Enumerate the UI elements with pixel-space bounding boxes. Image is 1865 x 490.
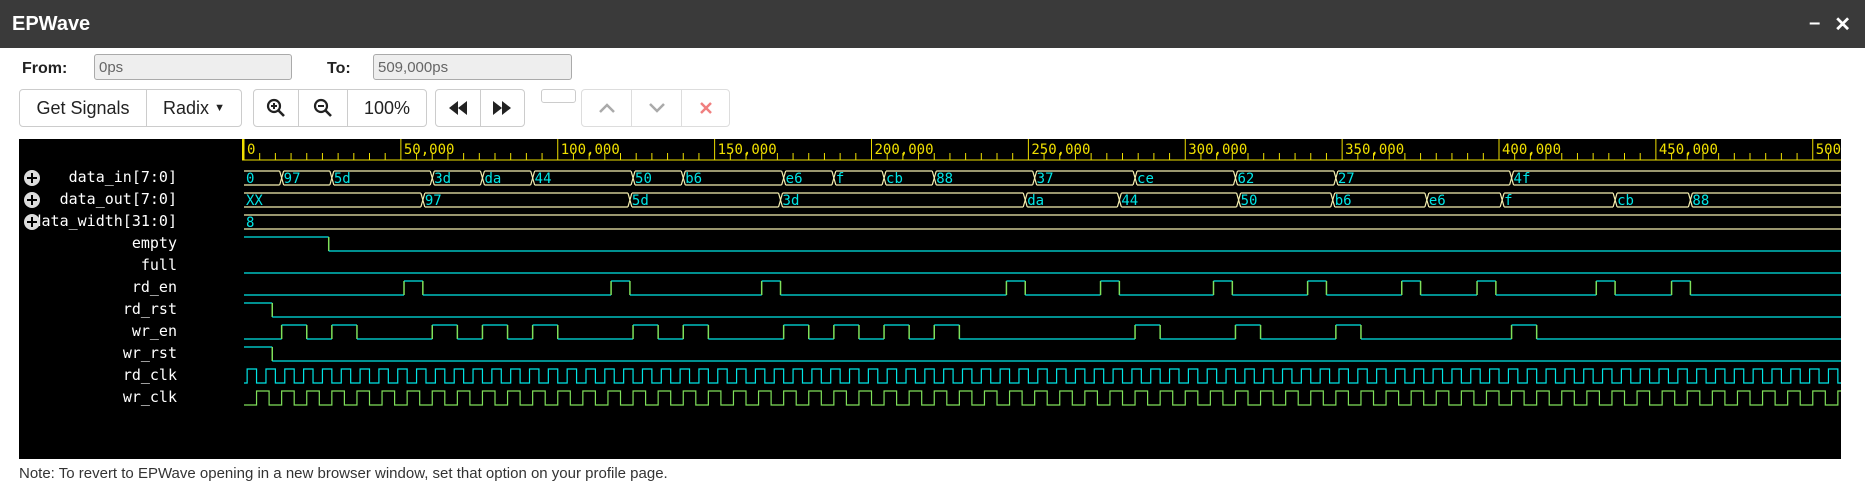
caret-down-icon: ▼	[214, 102, 225, 114]
bus-value: 37	[1037, 171, 1054, 187]
close-icon[interactable]: ✕	[1834, 12, 1851, 37]
minimize-icon[interactable]: –	[1809, 12, 1820, 37]
bus-value: 88	[1692, 193, 1709, 209]
bus-value: cb	[886, 171, 903, 187]
rewind-icon	[448, 101, 467, 115]
rd_clk-wave	[244, 368, 1841, 384]
from-label: From:	[22, 60, 68, 77]
remove-icon	[699, 102, 712, 114]
bus-value: 88	[936, 171, 953, 187]
zoom-level-display[interactable]: 100%	[348, 90, 426, 126]
marker-button[interactable]	[541, 89, 576, 103]
bus-value: 0	[246, 171, 254, 187]
to-label: To:	[327, 60, 351, 77]
bus-value: 8	[246, 215, 254, 231]
from-input[interactable]	[94, 54, 292, 80]
radix-label: Radix	[163, 97, 210, 118]
to-input[interactable]	[373, 54, 572, 80]
bus-value: 3d	[434, 171, 451, 187]
ruler-label: 350,000	[1345, 142, 1404, 158]
bus-value: 97	[425, 193, 442, 209]
wr_clk-wave	[244, 390, 1841, 406]
expand-icon[interactable]	[24, 192, 40, 208]
waveform-viewer[interactable]: data_in[7:0] data_out[7:0] data_width[31:0…	[19, 139, 1841, 459]
bus-value: f	[1504, 193, 1512, 209]
window-controls: – ✕	[1809, 12, 1851, 37]
ruler-label: 50,000	[404, 142, 455, 158]
remove-signal-button[interactable]	[682, 90, 729, 126]
footer-note: Note: To revert to EPWave opening in a n…	[19, 465, 668, 482]
ruler-label: 0	[247, 142, 255, 158]
fast-forward-button[interactable]	[481, 90, 525, 126]
bus-value: 3d	[783, 193, 800, 209]
zoom-in-button[interactable]	[254, 90, 299, 126]
ruler-label: 250,000	[1031, 142, 1090, 158]
bus-value: 62	[1237, 171, 1254, 187]
toolbar: Get Signals Radix ▼ 100%	[0, 89, 1865, 129]
chevron-up-icon	[598, 103, 615, 113]
zoom-button-group: 100%	[253, 89, 427, 127]
chevron-down-icon	[648, 103, 665, 113]
ruler-label: 100,000	[561, 142, 620, 158]
bus-value: b6	[1335, 193, 1352, 209]
navigate-button-group	[435, 89, 525, 127]
signals-button-group: Get Signals Radix ▼	[19, 89, 242, 127]
bus-value: 44	[1121, 193, 1138, 209]
move-down-button[interactable]	[632, 90, 682, 126]
time-range-row: From: To:	[0, 54, 1865, 84]
expand-icon[interactable]	[24, 214, 40, 230]
zoom-out-button[interactable]	[299, 90, 348, 126]
bus-value: da	[1027, 193, 1044, 209]
ruler-label: 400,000	[1502, 142, 1561, 158]
ruler-label: 500	[1816, 142, 1841, 158]
signal-order-button-group	[581, 89, 730, 127]
bus-value: f	[836, 171, 844, 187]
bus-value: b6	[685, 171, 702, 187]
bus-value: 4f	[1514, 171, 1531, 187]
bus-value: 97	[284, 171, 301, 187]
bus-value: e6	[1429, 193, 1446, 209]
radix-button[interactable]: Radix ▼	[147, 90, 241, 126]
bus-value: e6	[786, 171, 803, 187]
bus-value: 50	[1241, 193, 1258, 209]
rewind-button[interactable]	[436, 90, 481, 126]
bus-value: cb	[1617, 193, 1634, 209]
bus-value: 44	[535, 171, 552, 187]
bus-value: ce	[1137, 171, 1154, 187]
fast-forward-icon	[493, 101, 512, 115]
app-title: EPWave	[12, 12, 91, 35]
zoom-out-icon	[313, 98, 332, 117]
waveform-canvas[interactable]: 0 50,000 100,000 150,000 200,000 250,000 300,0…	[19, 139, 1841, 459]
ruler-label: 200,000	[875, 142, 934, 158]
bus-value: 27	[1338, 171, 1355, 187]
bus-value: 5d	[632, 193, 649, 209]
move-up-button[interactable]	[582, 90, 632, 126]
zoom-in-icon	[266, 98, 285, 117]
ruler-label: 150,000	[718, 142, 777, 158]
bus-value: da	[484, 171, 501, 187]
get-signals-button[interactable]: Get Signals	[20, 90, 147, 126]
ruler-label: 300,000	[1188, 142, 1247, 158]
expand-icon[interactable]	[24, 170, 40, 186]
bus-value: 5d	[334, 171, 351, 187]
bus-value: XX	[246, 193, 263, 209]
bus-value: 50	[635, 171, 652, 187]
ruler-label: 450,000	[1659, 142, 1718, 158]
title-bar: EPWave – ✕	[0, 0, 1865, 48]
